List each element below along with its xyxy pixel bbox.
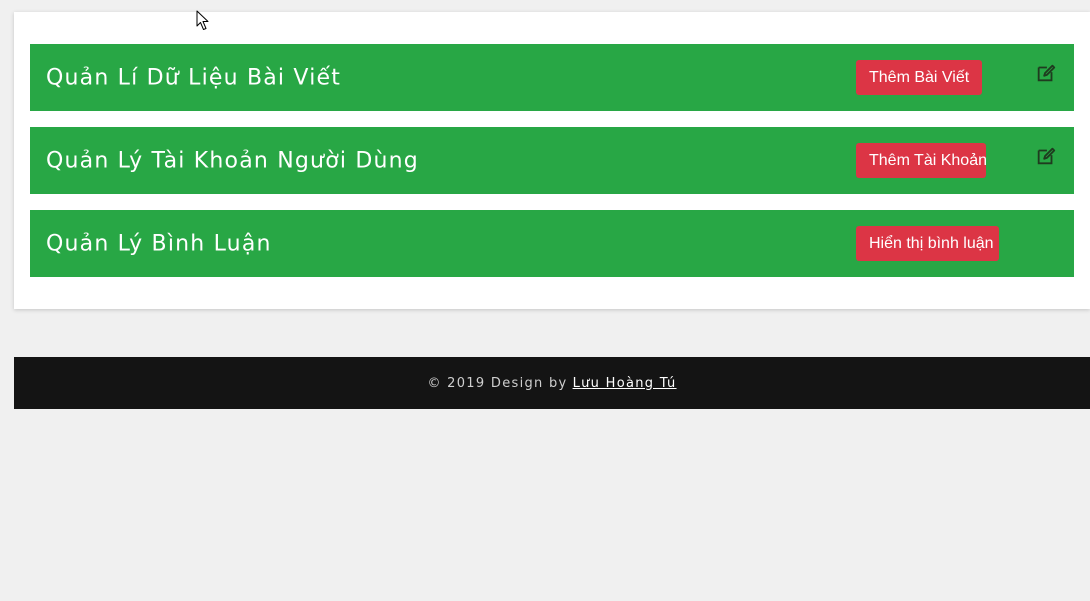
- footer-author-link[interactable]: Lưu Hoàng Tú: [573, 376, 677, 391]
- row-account-management: Quản Lý Tài Khoản Người Dùng Thêm Tài Kh…: [30, 127, 1074, 194]
- row-post-management: Quản Lí Dữ Liệu Bài Viết Thêm Bài Viết: [30, 44, 1074, 111]
- row-title: Quản Lý Tài Khoản Người Dùng: [46, 148, 419, 173]
- add-account-button[interactable]: Thêm Tài Khoản: [856, 143, 986, 178]
- edit-icon[interactable]: [1035, 62, 1057, 84]
- add-post-button[interactable]: Thêm Bài Viết: [856, 60, 983, 95]
- footer: © 2019 Design by Lưu Hoàng Tú: [14, 357, 1090, 409]
- row-title: Quản Lý Bình Luận: [46, 231, 272, 256]
- edit-icon[interactable]: [1035, 145, 1057, 167]
- mouse-cursor-icon: [196, 10, 209, 30]
- row-comment-management: Quản Lý Bình Luận Hiển thị bình luận: [30, 210, 1074, 277]
- show-comments-button[interactable]: Hiển thị bình luận: [856, 226, 999, 261]
- admin-panel-card: Quản Lí Dữ Liệu Bài Viết Thêm Bài Viết Q…: [14, 12, 1090, 309]
- footer-text: © 2019 Design by: [427, 375, 568, 391]
- row-title: Quản Lí Dữ Liệu Bài Viết: [46, 65, 342, 90]
